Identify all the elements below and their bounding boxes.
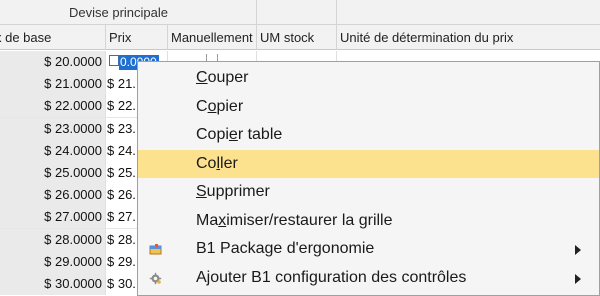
menu-item-ajouter-config[interactable]: Ajouter B1 configuration des contrôles — [138, 264, 599, 293]
base-price-cell: $ 29.0000 — [0, 250, 106, 273]
column-header-base-label: x de base — [0, 30, 52, 45]
base-price-cell: $ 23.0000 — [0, 117, 106, 140]
menu-item-couper[interactable]: Couper — [138, 64, 599, 93]
group-header-devise: Devise principale — [0, 0, 257, 25]
label-part: ler — [220, 154, 238, 172]
accelerator-key: e — [228, 126, 238, 143]
menu-item-label: Ajouter B1 configuration des contrôles — [196, 268, 467, 286]
column-header-unite[interactable]: Unité de détermination du prix — [337, 25, 600, 50]
accelerator-key: S — [196, 183, 207, 200]
label-part: imiser/restaurer la grille — [226, 211, 393, 229]
calculator-icon[interactable] — [109, 55, 119, 66]
menu-item-coller[interactable]: Coller — [138, 149, 599, 179]
gear-icon — [149, 272, 162, 284]
context-menu: Couper Copier Copier table Coller Suppri… — [137, 61, 600, 296]
menu-item-label: Copier table — [196, 121, 282, 150]
label-part: upprimer — [206, 183, 270, 200]
base-price-cell: $ 24.0000 — [0, 139, 106, 162]
column-header-base[interactable]: x de base — [0, 25, 106, 50]
group-header-spacer — [257, 0, 337, 25]
base-price-cell: $ 25.0000 — [0, 161, 106, 184]
accelerator-key: C — [196, 69, 208, 86]
label-part: Ma — [196, 211, 219, 229]
menu-item-supprimer[interactable]: Supprimer — [138, 178, 599, 207]
column-header-um-stock[interactable]: UM stock — [257, 25, 337, 50]
label-part: r table — [237, 126, 283, 143]
label-part: pier — [216, 97, 244, 115]
base-price-cell: $ 26.0000 — [0, 184, 106, 207]
submenu-arrow-icon — [575, 245, 581, 255]
group-header-label: Devise principale — [69, 5, 168, 20]
label-part: ouper — [207, 69, 249, 86]
menu-item-label: Copier — [196, 93, 243, 122]
submenu-arrow-icon — [575, 273, 581, 284]
base-price-cell: $ 21.0000 — [0, 73, 106, 96]
column-header-prix[interactable]: Prix — [106, 25, 168, 50]
base-price-cell: $ 27.0000 — [0, 206, 106, 229]
label-part: Copi — [196, 126, 229, 143]
base-price-cell: $ 20.0000 — [0, 51, 106, 73]
menu-item-label: B1 Package d'ergonomie — [196, 240, 375, 257]
base-price-cell: $ 22.0000 — [0, 95, 106, 118]
base-price-cell: $ 30.0000 — [0, 272, 106, 295]
group-header-spacer-2 — [337, 0, 600, 25]
label-part: C — [196, 97, 208, 115]
menu-item-label: Maximiser/restaurer la grille — [196, 207, 393, 236]
menu-item-maximiser[interactable]: Maximiser/restaurer la grille — [138, 207, 599, 236]
label-part: Co — [196, 154, 217, 172]
menu-item-label: Supprimer — [196, 178, 270, 207]
column-header-manuellement[interactable]: Manuellement — [168, 25, 257, 50]
base-price-cell: $ 28.0000 — [0, 228, 106, 251]
package-icon — [149, 244, 162, 255]
menu-item-label: Coller — [196, 150, 238, 179]
column-header-row: x de base Prix Manuellement UM stock Uni… — [0, 25, 600, 50]
screen: Devise principale x de base Prix Manuell… — [0, 0, 600, 296]
group-header-row: Devise principale — [0, 0, 600, 25]
menu-item-label: Couper — [196, 64, 248, 93]
menu-item-b1-package[interactable]: B1 Package d'ergonomie — [138, 235, 599, 264]
menu-item-copier-table[interactable]: Copier table — [138, 121, 599, 150]
menu-item-copier[interactable]: Copier — [138, 93, 599, 122]
